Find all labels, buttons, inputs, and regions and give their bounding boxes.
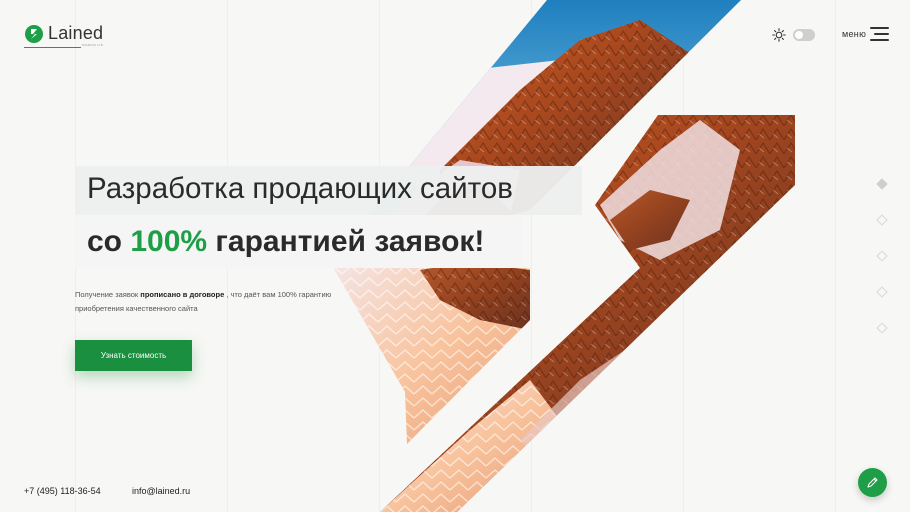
- brand-logo[interactable]: Lained TRADING LTD: [24, 24, 103, 47]
- headline-line-1-box: Разработка продающих сайтов: [75, 166, 582, 215]
- get-price-button[interactable]: Узнать стоимость: [75, 340, 192, 371]
- phone-link[interactable]: +7 (495) 118-36-54: [24, 486, 101, 496]
- menu-label[interactable]: меню: [842, 29, 866, 39]
- email-link[interactable]: info@lained.ru: [132, 486, 190, 496]
- theme-toggle[interactable]: [793, 29, 815, 41]
- pencil-icon: [867, 477, 878, 488]
- description-bold: прописано в договоре: [140, 290, 225, 299]
- headline-line-2-box: со 100% гарантией заявок!: [75, 215, 522, 268]
- headline-line-2: со 100% гарантией заявок!: [87, 225, 485, 258]
- logo-underline: [24, 47, 81, 48]
- sun-icon[interactable]: [772, 28, 786, 42]
- logo-mark-icon: [25, 25, 43, 43]
- brand-name: Lained: [48, 23, 104, 43]
- contact-fab-button[interactable]: [858, 468, 887, 497]
- brand-tagline: TRADING LTD: [81, 43, 104, 47]
- headline-accent: 100%: [130, 225, 208, 258]
- toggle-knob: [795, 31, 803, 39]
- headline-line-1: Разработка продающих сайтов: [87, 172, 513, 205]
- hamburger-icon[interactable]: [870, 27, 889, 41]
- hero-description: Получение заявок прописано в договоре , …: [75, 290, 332, 313]
